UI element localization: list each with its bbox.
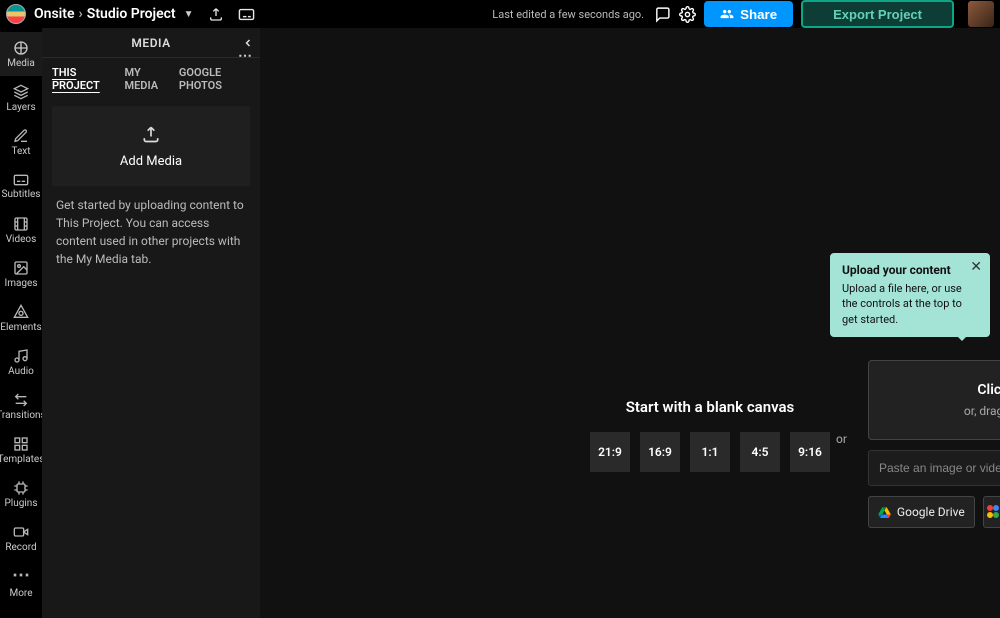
caption-icon[interactable] <box>238 8 255 21</box>
tool-transitions[interactable]: Transitions <box>0 384 42 428</box>
crumb-onsite[interactable]: Onsite <box>34 6 75 22</box>
tool-label: Layers <box>6 102 35 113</box>
tool-plugins[interactable]: Plugins <box>0 472 42 516</box>
tooltip-body: Upload a file here, or use the controls … <box>842 281 978 327</box>
tool-templates[interactable]: Templates <box>0 428 42 472</box>
avatar[interactable] <box>968 1 994 27</box>
close-icon[interactable]: ✕ <box>970 259 982 275</box>
tool-label: Templates <box>0 454 44 465</box>
breadcrumb[interactable]: Onsite › Studio Project ▼ <box>34 6 194 22</box>
app-logo[interactable] <box>6 4 26 24</box>
aspect-21-9[interactable]: 21:9 <box>590 432 630 472</box>
settings-button[interactable] <box>679 6 696 23</box>
add-media-button[interactable]: Add Media <box>52 106 250 186</box>
tab-my-media[interactable]: MY MEDIA <box>124 66 166 92</box>
tool-label: Text <box>11 146 30 157</box>
panel-title: MEDIA <box>131 36 170 50</box>
tool-media[interactable]: Media <box>0 32 42 76</box>
aspect-4-5[interactable]: 4:5 <box>740 432 780 472</box>
or-separator: or <box>836 432 847 446</box>
images-icon <box>13 260 29 276</box>
tool-videos[interactable]: Videos <box>0 208 42 252</box>
tool-audio[interactable]: Audio <box>0 340 42 384</box>
tool-record[interactable]: Record <box>0 516 42 560</box>
drop-title: Click to upload <box>977 382 1000 398</box>
aspect-9-16[interactable]: 9:16 <box>790 432 830 472</box>
tool-more[interactable]: ⋯ More <box>0 560 42 604</box>
transitions-icon <box>13 392 29 408</box>
tab-google-photos[interactable]: GOOGLE PHOTOS <box>179 66 250 92</box>
more-icon: ⋯ <box>12 565 30 586</box>
tool-subtitles[interactable]: Subtitles <box>0 164 42 208</box>
side-panel: MEDIA ⋯ THIS PROJECT MY MEDIA GOOGLE PHO… <box>42 28 260 618</box>
tool-label: Record <box>5 542 36 553</box>
tool-label: Images <box>4 278 37 289</box>
help-text: Get started by uploading content to This… <box>42 196 260 268</box>
tool-label: Plugins <box>5 498 38 509</box>
aspect-1-1[interactable]: 1:1 <box>690 432 730 472</box>
google-photos-button[interactable]: Google Photos <box>983 496 1000 528</box>
tool-label: Elements <box>0 322 41 333</box>
chevron-down-icon[interactable]: ▼ <box>184 9 194 20</box>
tab-this-project[interactable]: THIS PROJECT <box>52 66 112 92</box>
tool-text[interactable]: Text <box>0 120 42 164</box>
upload-tooltip: ✕ Upload your content Upload a file here… <box>830 253 990 337</box>
last-edited-label: Last edited a few seconds ago. <box>492 8 644 21</box>
drop-subtitle: or, drag and drop a file here <box>964 404 1000 418</box>
google-photos-icon <box>987 505 1000 519</box>
plugins-icon <box>13 480 29 496</box>
tool-label: Audio <box>8 366 34 377</box>
tool-label: Videos <box>6 234 37 245</box>
text-icon <box>13 128 29 144</box>
upload-icon <box>141 124 161 144</box>
tool-images[interactable]: Images <box>0 252 42 296</box>
share-button[interactable]: Share <box>704 1 793 27</box>
tool-layers[interactable]: Layers <box>0 76 42 120</box>
panel-more-icon[interactable]: ⋯ <box>238 48 252 64</box>
topbar: Onsite › Studio Project ▼ Last edited a … <box>0 0 1000 28</box>
templates-icon <box>13 436 29 452</box>
tool-label: Media <box>7 58 35 69</box>
subtitles-icon <box>13 173 29 187</box>
chevron-right-icon: › <box>79 6 83 22</box>
share-label: Share <box>740 7 777 22</box>
tool-label: Subtitles <box>2 189 41 200</box>
tool-rail: Media Layers Text Subtitles Videos Image… <box>0 28 42 618</box>
media-icon <box>13 40 29 56</box>
elements-icon <box>13 304 29 320</box>
comments-button[interactable] <box>654 6 671 23</box>
start-title: Start with a blank canvas <box>590 398 830 416</box>
google-drive-icon <box>878 507 891 518</box>
videos-icon <box>13 216 29 232</box>
tool-label: Transitions <box>0 410 46 421</box>
collapse-panel-button[interactable] <box>242 37 254 49</box>
aspect-16-9[interactable]: 16:9 <box>640 432 680 472</box>
tooltip-title: Upload your content <box>842 263 978 277</box>
upload-section: Click to upload or, drag and drop a file… <box>868 360 1000 528</box>
src-drive-label: Google Drive <box>897 505 965 519</box>
upload-icon[interactable] <box>208 6 224 22</box>
audio-icon <box>13 348 29 364</box>
tool-label: More <box>9 588 32 599</box>
canvas-area: ✕ Upload your content Upload a file here… <box>260 28 1000 618</box>
url-input[interactable] <box>868 450 1000 486</box>
start-blank-section: Start with a blank canvas 21:9 16:9 1:1 … <box>590 398 830 472</box>
crumb-project[interactable]: Studio Project <box>87 6 176 22</box>
export-button[interactable]: Export Project <box>801 0 954 28</box>
drop-zone[interactable]: Click to upload or, drag and drop a file… <box>868 360 1000 440</box>
google-drive-button[interactable]: Google Drive <box>868 496 975 528</box>
record-icon <box>13 524 29 540</box>
panel-tabs: ⋯ THIS PROJECT MY MEDIA GOOGLE PHOTOS <box>42 58 260 100</box>
layers-icon <box>13 84 29 100</box>
add-media-label: Add Media <box>120 154 182 169</box>
tool-elements[interactable]: Elements <box>0 296 42 340</box>
